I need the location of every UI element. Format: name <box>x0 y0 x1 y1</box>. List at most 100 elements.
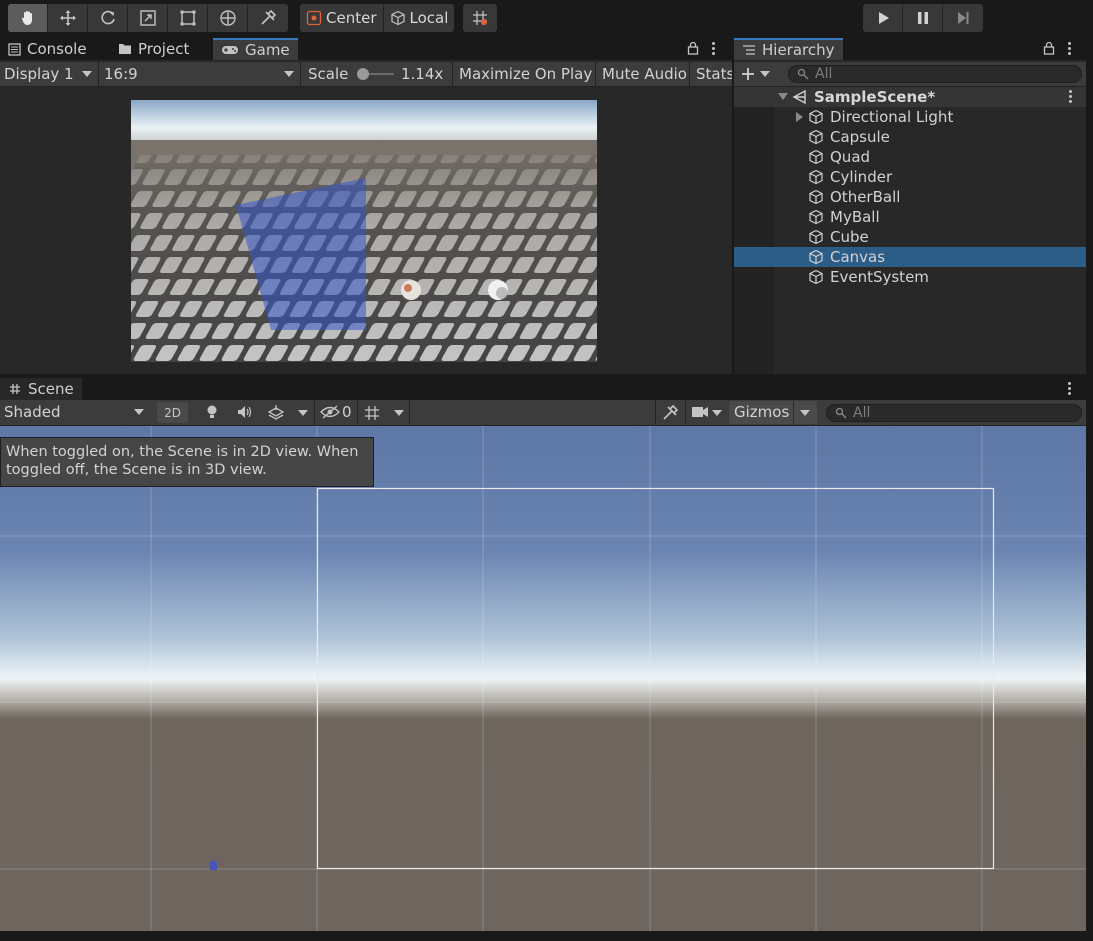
hierarchy-item-label: Directional Light <box>830 108 954 126</box>
pivot-center-label: Center <box>326 9 377 27</box>
shading-dropdown[interactable]: Shaded <box>4 400 148 424</box>
scale-value: 1.14x <box>401 65 444 83</box>
aspect-dropdown[interactable]: 16:9 <box>104 62 298 86</box>
effects-dropdown-icon[interactable] <box>298 410 308 416</box>
hand-icon[interactable] <box>8 4 48 32</box>
gameobject-cube-icon <box>809 189 823 205</box>
search-icon <box>797 68 809 80</box>
transform-icon[interactable] <box>208 4 248 32</box>
hidden-objects-icon[interactable] <box>320 405 340 419</box>
hierarchy-item[interactable]: Cylinder <box>734 167 1086 187</box>
pause-icon[interactable] <box>903 4 943 32</box>
divider <box>685 400 686 424</box>
gameobject-cube-icon <box>809 129 823 145</box>
add-object-button[interactable] <box>740 64 774 84</box>
effects-icon[interactable] <box>267 404 285 420</box>
tab-project[interactable]: Project <box>110 38 197 60</box>
hierarchy-item-label: Canvas <box>830 248 886 266</box>
lock-icon[interactable] <box>1043 41 1055 55</box>
grid-snap-icon[interactable] <box>463 4 497 32</box>
folder-icon <box>119 44 131 54</box>
scene-menu-icon[interactable] <box>1069 90 1073 103</box>
aspect-value: 16:9 <box>104 65 138 83</box>
scene-search-input[interactable]: All <box>826 404 1082 422</box>
lighting-icon[interactable] <box>204 404 220 420</box>
move-icon[interactable] <box>48 4 88 32</box>
status-bar <box>0 931 1093 941</box>
maximize-on-play-button[interactable]: Maximize On Play <box>459 62 592 86</box>
hierarchy-item[interactable]: OtherBall <box>734 187 1086 207</box>
hierarchy-item[interactable]: MyBall <box>734 207 1086 227</box>
camera-dropdown-icon[interactable] <box>712 410 722 416</box>
plus-icon <box>742 68 754 80</box>
hierarchy-search-input[interactable]: All <box>788 65 1082 83</box>
pivot-center-button[interactable]: Center <box>300 4 384 32</box>
tools-icon[interactable] <box>661 404 679 422</box>
hierarchy-panel: Hierarchy All SampleScene* Directional L… <box>734 36 1086 374</box>
gizmos-button[interactable]: Gizmos <box>729 401 817 424</box>
audio-icon[interactable] <box>236 404 254 420</box>
panel-menu-icon[interactable] <box>1068 382 1072 395</box>
stats-button[interactable]: Stats <box>696 62 732 86</box>
local-cube-icon <box>390 10 405 26</box>
step-icon[interactable] <box>943 4 983 32</box>
gizmos-label: Gizmos <box>734 403 790 421</box>
rect-icon[interactable] <box>168 4 208 32</box>
hierarchy-item[interactable]: EventSystem <box>734 267 1086 287</box>
hierarchy-item[interactable]: Capsule <box>734 127 1086 147</box>
pivot-local-button[interactable]: Local <box>384 4 455 32</box>
gameobject-cube-icon <box>809 149 823 165</box>
scene-viewport[interactable] <box>0 426 1086 931</box>
transform-tools <box>8 4 288 32</box>
game-viewport[interactable] <box>131 100 597 362</box>
unity-scene-icon <box>792 89 806 105</box>
tab-scene[interactable]: Scene <box>0 378 82 400</box>
hierarchy-item[interactable]: Quad <box>734 147 1086 167</box>
2d-tooltip: When toggled on, the Scene is in 2D view… <box>0 437 374 487</box>
gameobject-cube-icon <box>809 169 823 185</box>
scale-icon[interactable] <box>128 4 168 32</box>
hierarchy-icon <box>743 45 755 55</box>
camera-icon[interactable] <box>691 405 709 419</box>
hierarchy-toolbar: All <box>734 62 1086 87</box>
grid-dropdown-icon[interactable] <box>394 410 404 416</box>
gizmos-dropdown-icon[interactable] <box>800 410 810 416</box>
tab-game-label: Game <box>245 41 290 59</box>
grid-icon[interactable] <box>363 404 381 422</box>
play-icon[interactable] <box>863 4 903 32</box>
scene-row[interactable]: SampleScene* <box>734 87 1086 107</box>
tab-hierarchy[interactable]: Hierarchy <box>734 38 843 60</box>
2d-toggle-button[interactable]: 2D <box>157 402 188 423</box>
divider <box>793 401 794 424</box>
expand-arrow-icon[interactable] <box>796 112 803 122</box>
display-dropdown[interactable]: Display 1 <box>4 62 96 86</box>
hierarchy-item-label: OtherBall <box>830 188 901 206</box>
expand-arrow-icon[interactable] <box>778 93 788 100</box>
rotate-icon[interactable] <box>88 4 128 32</box>
main-toolbar: Center Local <box>0 0 1093 36</box>
panel-menu-icon[interactable] <box>712 42 716 55</box>
panel-menu-icon[interactable] <box>1068 42 1072 55</box>
hierarchy-item[interactable]: Cube <box>734 227 1086 247</box>
tab-scene-label: Scene <box>28 380 74 398</box>
lock-icon[interactable] <box>687 41 699 55</box>
gameobject-cube-icon <box>809 269 823 285</box>
display-value: Display 1 <box>4 65 74 83</box>
tab-console[interactable]: Console <box>0 38 95 60</box>
chevron-down-icon <box>760 71 770 77</box>
hierarchy-item[interactable]: Directional Light <box>734 107 1086 127</box>
mute-audio-button[interactable]: Mute Audio <box>602 62 687 86</box>
search-icon <box>835 407 847 419</box>
hierarchy-item-label: Capsule <box>830 128 890 146</box>
pivot-icon <box>306 10 322 26</box>
tab-game[interactable]: Game <box>213 38 298 60</box>
hierarchy-item[interactable]: Canvas <box>734 247 1086 267</box>
console-icon <box>8 42 21 56</box>
playback-controls <box>863 4 983 32</box>
custom-tool-icon[interactable] <box>248 4 288 32</box>
pivot-local-label: Local <box>409 9 449 27</box>
hierarchy-item-label: MyBall <box>830 208 880 226</box>
left-tabbar: Console Project Game <box>0 36 732 60</box>
gameobject-cube-icon <box>809 109 823 125</box>
scale-slider-thumb[interactable] <box>357 68 369 80</box>
